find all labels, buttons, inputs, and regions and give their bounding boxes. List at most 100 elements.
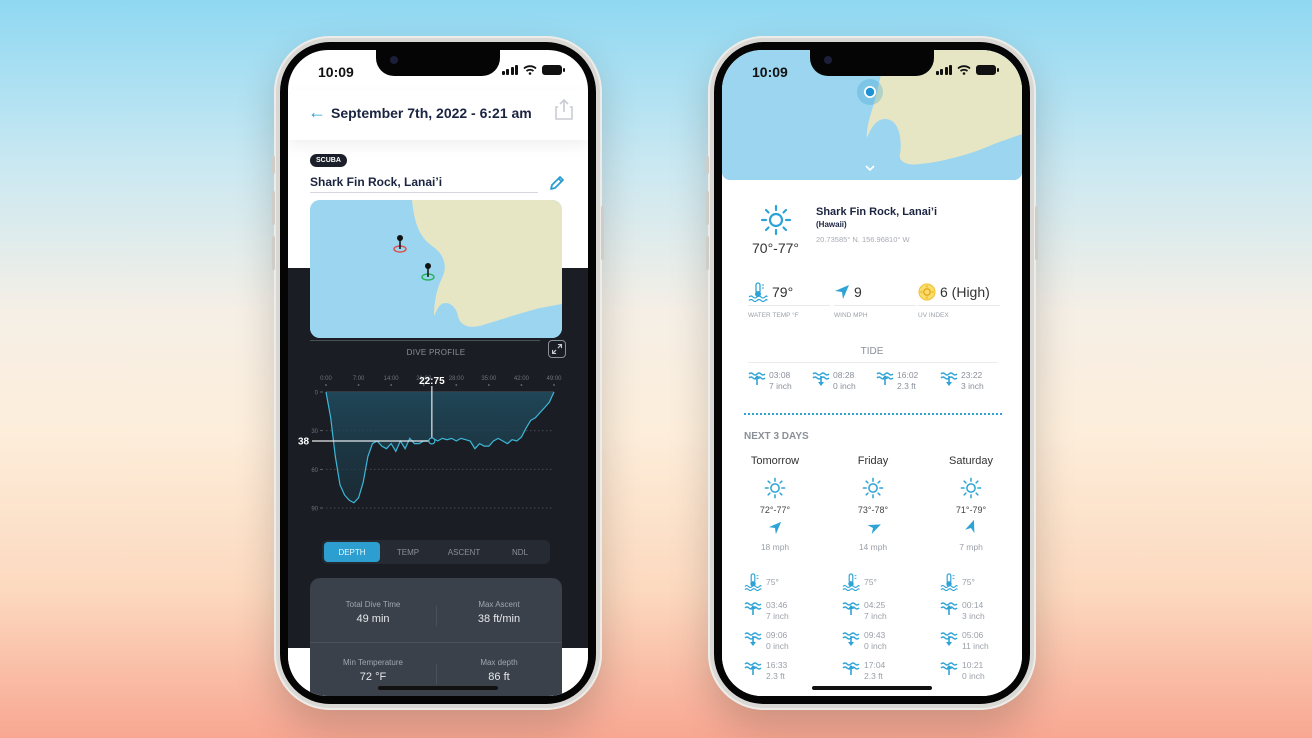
metric-value: 6 (High) (940, 283, 990, 300)
tide-up-icon (876, 370, 894, 386)
status-time: 10:09 (752, 64, 788, 80)
water-temp: 75° (962, 577, 975, 587)
wifi-icon (957, 65, 971, 75)
tide-height: 0 inch (962, 671, 985, 681)
y-tick-label: 90 (311, 507, 318, 513)
metric-wind: 9 WIND MPH (834, 282, 916, 319)
stat-value: 49 min (356, 613, 390, 625)
tide-height: 7 inch (766, 611, 789, 621)
x-tick-mark (487, 384, 490, 386)
dive-stats-card: Total Dive Time 49 min Max Ascent 38 ft/… (310, 578, 562, 696)
site-region: (Hawaii) (816, 220, 847, 229)
x-tick-label: 35:00 (481, 376, 497, 382)
tide-up-icon (744, 600, 762, 616)
tide-up-icon (842, 660, 860, 676)
metric-label: WIND MPH (834, 312, 868, 319)
stat-row-divider (310, 642, 562, 643)
stat-divider (436, 664, 437, 684)
tide-time: 09:43 (864, 630, 886, 640)
tide-divider (748, 362, 998, 363)
home-indicator[interactable] (378, 686, 498, 690)
tab-temp[interactable]: TEMP (380, 542, 436, 562)
cursor-marker[interactable] (428, 437, 436, 445)
tide-height: 0 inch (766, 641, 789, 651)
stat-label: Min Temperature (343, 658, 403, 667)
day-temp-range: 71°-79° (955, 505, 987, 515)
water-temp-icon (748, 282, 768, 302)
x-tick-mark (325, 384, 327, 386)
cursor-depth-label: 38 (298, 436, 310, 447)
notch (810, 50, 934, 76)
x-tick-mark (390, 384, 393, 386)
volume-down-button (272, 236, 275, 270)
forecast-day-tomorrow[interactable]: Tomorrow 72°-77° 18 mph (730, 455, 820, 552)
x-tick-mark (455, 384, 458, 386)
water-temp-icon (940, 573, 958, 591)
stat-total-dive-time: Total Dive Time 49 min (310, 600, 436, 625)
metric-value: 79° (772, 283, 794, 300)
tide-height: 2.3 ft (864, 671, 883, 681)
tide-time: 08:28 (833, 370, 855, 380)
site-conditions-screen: 10:09 70°-77° Shark Fin Rock, Lanai’i (H… (722, 50, 1022, 696)
x-tick-label: 7:00 (353, 376, 365, 382)
stat-value: 86 ft (488, 671, 510, 683)
tide-time: 09:06 (766, 630, 788, 640)
tide-height: 0 inch (833, 381, 856, 391)
tide-height: 11 inch (962, 641, 989, 651)
home-indicator[interactable] (812, 686, 932, 690)
cellular-signal-icon (501, 65, 518, 75)
volume-up-button (272, 191, 275, 225)
dive-type-badge: SCUBA (310, 154, 347, 167)
forecast-day-saturday[interactable]: Saturday 71°-79° 7 mph (926, 455, 1016, 552)
page-title: September 7th, 2022 - 6:21 am (331, 105, 532, 121)
forecast-details-saturday: 75° 00:14 3 inch 05:06 11 inch 10:21 0 inch (940, 572, 1020, 682)
metric-uv-index: 6 (High) UV INDEX (918, 282, 1000, 319)
day-wind-speed: 14 mph (858, 542, 888, 552)
share-icon[interactable] (554, 98, 574, 120)
x-tick-mark (357, 384, 360, 386)
tide-time: 05:06 (962, 630, 984, 640)
tide-time: 23:22 (961, 370, 983, 380)
tide-height: 7 inch (864, 611, 887, 621)
stat-value: 72 °F (359, 671, 387, 683)
tide-height: 2.3 ft (897, 381, 916, 391)
dive-log-screen: 10:09 ← September 7th, 2022 - 6:21 am SC… (288, 50, 588, 696)
day-temp-range: 72°-77° (759, 505, 791, 515)
tide-time: 17:04 (864, 660, 886, 670)
dive-site-map[interactable] (310, 200, 562, 338)
site-coordinates: 20.73585° N. 156.96810° W (816, 235, 910, 244)
arrow-left-icon[interactable]: ← (308, 102, 326, 123)
stat-max-depth: Max depth 86 ft (436, 658, 562, 683)
dive-profile-chart[interactable]: 0:00 7:00 14:00 21:00 28:00 35:00 42:00 49:00 0… (298, 372, 574, 520)
metric-water-temp: 79° WATER TEMP °F (748, 282, 830, 319)
y-tick-label: 0 (315, 391, 319, 397)
volume-up-button (706, 191, 709, 225)
forecast-title: NEXT 3 DAYS (744, 431, 809, 442)
power-button (601, 206, 604, 260)
tab-depth[interactable]: DEPTH (324, 542, 380, 562)
pencil-icon[interactable] (548, 174, 566, 192)
expand-icon[interactable] (548, 340, 566, 358)
x-tick-label: 49:00 (546, 376, 562, 382)
water-temp-icon (842, 573, 860, 591)
tide-down-icon (744, 630, 762, 646)
tab-ascent[interactable]: ASCENT (436, 542, 492, 562)
section-divider (744, 413, 1002, 415)
tide-up-icon (940, 660, 958, 676)
wind-arrow-icon (768, 521, 782, 535)
phone-right: 10:09 70°-77° Shark Fin Rock, Lanai’i (H… (706, 36, 1038, 710)
day-wind-speed: 18 mph (760, 542, 790, 552)
tab-ndl[interactable]: NDL (492, 542, 548, 562)
sun-icon (960, 477, 982, 499)
tide-time: 16:33 (766, 660, 788, 670)
tide-down-icon (940, 630, 958, 646)
water-temp: 75° (864, 577, 877, 587)
battery-icon (976, 65, 999, 75)
tide-height: 3 inch (961, 381, 984, 391)
notch (376, 50, 500, 76)
day-temp-range: 73°-78° (857, 505, 889, 515)
forecast-day-friday[interactable]: Friday 73°-78° 14 mph (828, 455, 918, 552)
site-name: Shark Fin Rock, Lanai’i (310, 175, 443, 189)
cursor-time-label: 22:75 (419, 376, 445, 387)
sun-icon (862, 477, 884, 499)
